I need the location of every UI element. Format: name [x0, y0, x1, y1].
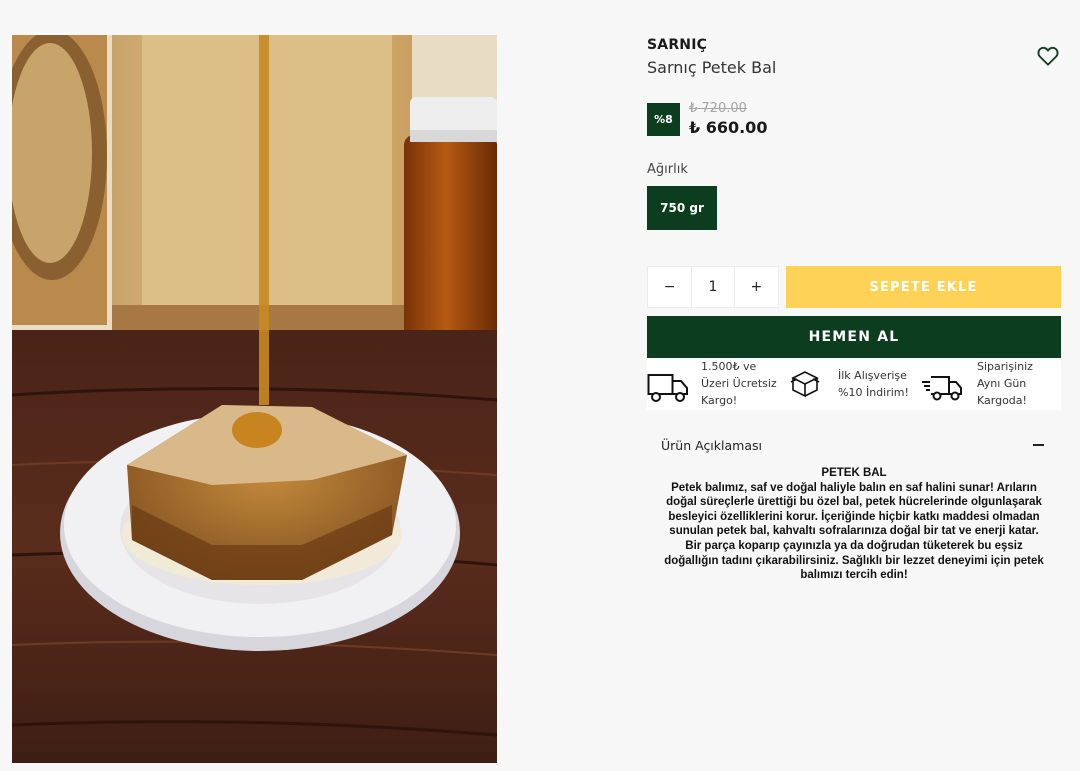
feature-same-day: Siparişiniz Aynı Gün Kargoda!: [977, 358, 1061, 409]
fast-delivery-icon: [921, 374, 963, 406]
quantity-stepper: − 1 +: [647, 266, 779, 308]
features-strip: 1.500₺ ve Üzeri Ücretsiz Kargo! İlk Alış…: [647, 358, 1061, 410]
quantity-increase-button[interactable]: +: [735, 267, 778, 307]
description-line: Bir parça koparıp çayınızla ya da doğrud…: [685, 539, 1023, 552]
old-price: ₺ 720.00: [689, 101, 747, 116]
quantity-decrease-button[interactable]: −: [648, 267, 691, 307]
description-title: PETEK BAL: [821, 467, 887, 479]
wishlist-heart-icon[interactable]: [1037, 46, 1061, 68]
feature-discount: İlk Alışverişe %10 İndirim!: [838, 367, 918, 401]
feature-line: Kargoda!: [977, 394, 1027, 407]
weight-option-750gr[interactable]: 750 gr: [647, 186, 717, 230]
description-line: Petek balımız, saf ve doğal haliyle balı…: [671, 481, 1037, 494]
description-line: balımızı tercih edin!: [800, 569, 908, 582]
feature-line: Aynı Gün: [977, 377, 1027, 390]
product-image[interactable]: [12, 35, 497, 763]
feature-free-shipping: 1.500₺ ve Üzeri Ücretsiz Kargo!: [701, 358, 789, 409]
feature-line: Siparişiniz: [977, 360, 1033, 373]
description-line: sunulan petek bal, kahvaltı sofralarınız…: [669, 525, 1039, 538]
weight-label: Ağırlık: [647, 162, 688, 177]
buy-now-button[interactable]: HEMEN AL: [647, 316, 1061, 358]
product-brand[interactable]: SARNIÇ: [647, 37, 707, 53]
truck-icon: [647, 372, 689, 408]
add-to-cart-button[interactable]: SEPETE EKLE: [786, 266, 1061, 308]
product-title: Sarnıç Petek Bal: [647, 58, 777, 77]
feature-line: İlk Alışverişe: [838, 369, 907, 382]
collapse-minus-icon[interactable]: [1033, 444, 1044, 446]
product-description: PETEK BAL Petek balımız, saf ve doğal ha…: [653, 466, 1055, 583]
feature-line: Kargo!: [701, 394, 738, 407]
description-line: besleyici özelliklerini korur. İçeriğind…: [668, 510, 1040, 523]
feature-line: %10 İndirim!: [838, 386, 909, 399]
feature-line: Üzeri Ücretsiz: [701, 377, 777, 390]
description-line: doğallığın tadını çıkarabilirsiniz. Sağl…: [664, 554, 1044, 567]
description-line: doğal süreçlerle ürettiği bu özel bal, p…: [666, 496, 1042, 509]
description-accordion-header[interactable]: Ürün Açıklaması: [661, 438, 762, 453]
box-icon: [789, 370, 821, 402]
current-price: ₺ 660.00: [689, 118, 768, 137]
feature-line: 1.500₺ ve: [701, 360, 757, 373]
quantity-input[interactable]: 1: [691, 267, 735, 307]
discount-badge: %8: [647, 103, 680, 136]
